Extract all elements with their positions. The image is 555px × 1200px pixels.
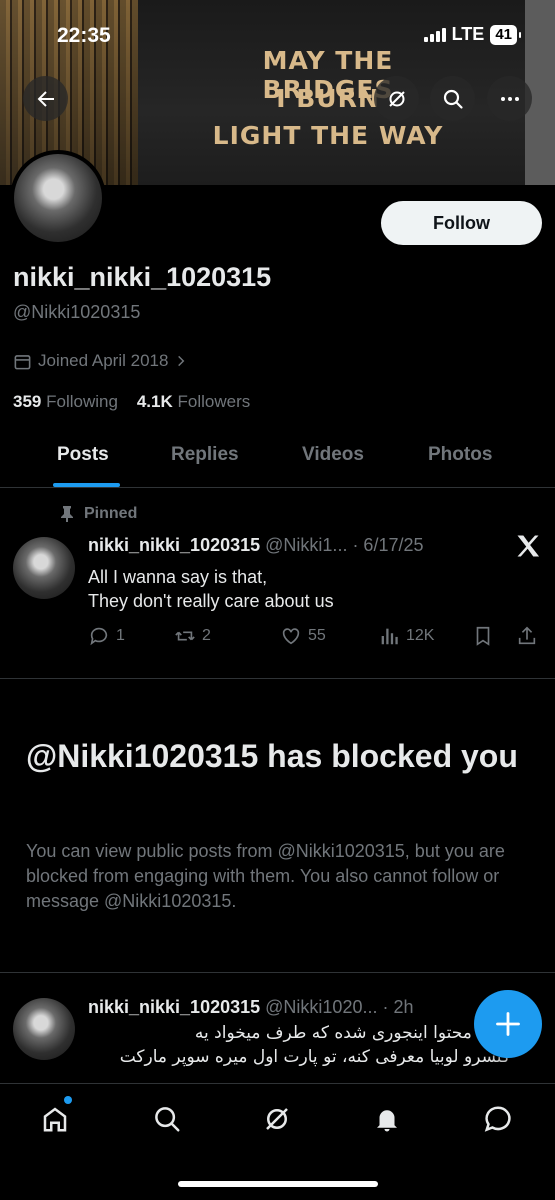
active-tab-indicator: [53, 483, 120, 487]
more-icon: [500, 96, 519, 101]
post-text-line2: They don't really care about us: [88, 591, 334, 611]
more-button[interactable]: [487, 76, 532, 121]
display-name: nikki_nikki_1020315: [13, 262, 272, 292]
post-header: nikki_nikki_1020315 @Nikki1... · 6/17/25: [88, 535, 424, 556]
signal-icon: [423, 27, 446, 42]
chevron-right-icon: [178, 355, 185, 367]
reply-button[interactable]: 1: [88, 625, 125, 647]
follow-counts: 359 Following 4.1K Followers: [13, 392, 250, 412]
profile-tabs: Posts Replies Videos Photos: [0, 442, 555, 488]
tab-posts[interactable]: Posts: [57, 444, 109, 466]
views-icon: [381, 628, 398, 645]
divider: [0, 972, 555, 973]
post-text-line1: تولید محتوا اینجوری شده که طرف میخواد یه: [194, 1023, 510, 1043]
like-count: 55: [308, 627, 326, 644]
home-icon: [43, 1107, 67, 1132]
post-meta: @Nikki1020... · 2h: [265, 997, 414, 1017]
nav-messages[interactable]: [481, 1102, 515, 1136]
reply-icon: [90, 627, 108, 646]
reply-count: 1: [116, 627, 125, 644]
like-button[interactable]: 55: [280, 625, 326, 647]
grok-icon: [266, 1108, 288, 1130]
home-indicator: [178, 1181, 378, 1187]
post-text-line2: کنسرو لوبیا معرفی کنه، تو پارت اول میره …: [119, 1047, 510, 1067]
avatar-image: [14, 154, 102, 242]
status-indicators: LTE 41: [423, 24, 521, 45]
followers-link[interactable]: 4.1K Followers: [137, 392, 250, 411]
search-button[interactable]: [430, 76, 475, 121]
grok-button[interactable]: [374, 76, 419, 121]
profile-handle: @Nikki1020315: [13, 302, 141, 322]
banner-text-line2: I BURN: [276, 84, 380, 113]
following-label: Following: [46, 392, 118, 411]
blocked-description: You can view public posts from @Nikki102…: [26, 841, 505, 911]
nav-search[interactable]: [150, 1102, 184, 1136]
messages-icon: [484, 1106, 511, 1132]
post-author[interactable]: nikki_nikki_1020315: [88, 997, 260, 1017]
following-link[interactable]: 359 Following: [13, 392, 118, 411]
nav-notifications[interactable]: [370, 1102, 404, 1136]
following-count: 359: [13, 392, 42, 411]
post-author[interactable]: nikki_nikki_1020315: [88, 535, 260, 555]
search-icon: [443, 89, 463, 109]
notifications-icon: [377, 1110, 397, 1132]
post-header: nikki_nikki_1020315 @Nikki1020... · 2h: [88, 997, 414, 1018]
network-label: LTE: [451, 24, 485, 44]
tab-videos[interactable]: Videos: [302, 444, 364, 466]
followers-label: Followers: [177, 392, 251, 411]
nav-grok[interactable]: [260, 1102, 294, 1136]
share-button[interactable]: [516, 625, 538, 647]
post-meta: @Nikki1... · 6/17/25: [265, 535, 424, 555]
nav-home[interactable]: [38, 1102, 72, 1136]
repost-count: 2: [202, 627, 211, 644]
pinned-indicator: Pinned: [60, 505, 137, 523]
x-logo-icon: [517, 535, 540, 557]
status-time: 22:35: [57, 24, 111, 47]
tab-replies[interactable]: Replies: [171, 444, 239, 466]
blocked-title: @Nikki1020315 has blocked you: [26, 738, 518, 774]
tab-photos[interactable]: Photos: [428, 444, 492, 466]
follow-button[interactable]: Follow: [381, 201, 542, 245]
heart-icon: [282, 628, 300, 645]
share-icon: [518, 626, 536, 645]
calendar-icon: [14, 354, 31, 369]
divider: [0, 678, 555, 679]
post-avatar[interactable]: [13, 537, 75, 599]
back-button[interactable]: [23, 76, 68, 121]
followers-count: 4.1K: [136, 392, 173, 411]
profile-avatar[interactable]: [10, 150, 106, 246]
pinned-label: Pinned: [84, 505, 138, 522]
views-button[interactable]: 12K: [378, 625, 434, 647]
plus-icon: [496, 1012, 520, 1036]
bookmark-button[interactable]: [472, 625, 494, 647]
post-avatar[interactable]: [13, 998, 75, 1060]
pin-icon: [61, 506, 73, 522]
battery-icon: 41: [490, 24, 521, 45]
joined-label: Joined April 2018: [38, 351, 169, 370]
compose-post-button[interactable]: [474, 990, 542, 1058]
joined-date[interactable]: Joined April 2018: [13, 351, 188, 371]
post-body: All I wanna say is that, They don't real…: [88, 565, 334, 613]
repost-button[interactable]: 2: [174, 625, 211, 647]
repost-icon: [175, 631, 195, 641]
post-body: تولید محتوا اینجوری شده که طرف میخواد یه…: [88, 1021, 510, 1069]
bookmark-icon: [476, 626, 490, 646]
views-count: 12K: [406, 627, 435, 644]
back-arrow-icon: [37, 90, 54, 107]
grok-icon: [388, 90, 405, 107]
banner-text-line3: LIGHT THE WAY: [212, 121, 444, 150]
post-text-line1: All I wanna say is that,: [88, 567, 268, 587]
post-actions: 1 2 55 12K: [88, 625, 543, 651]
search-icon: [155, 1107, 180, 1132]
home-notification-dot: [64, 1096, 72, 1104]
